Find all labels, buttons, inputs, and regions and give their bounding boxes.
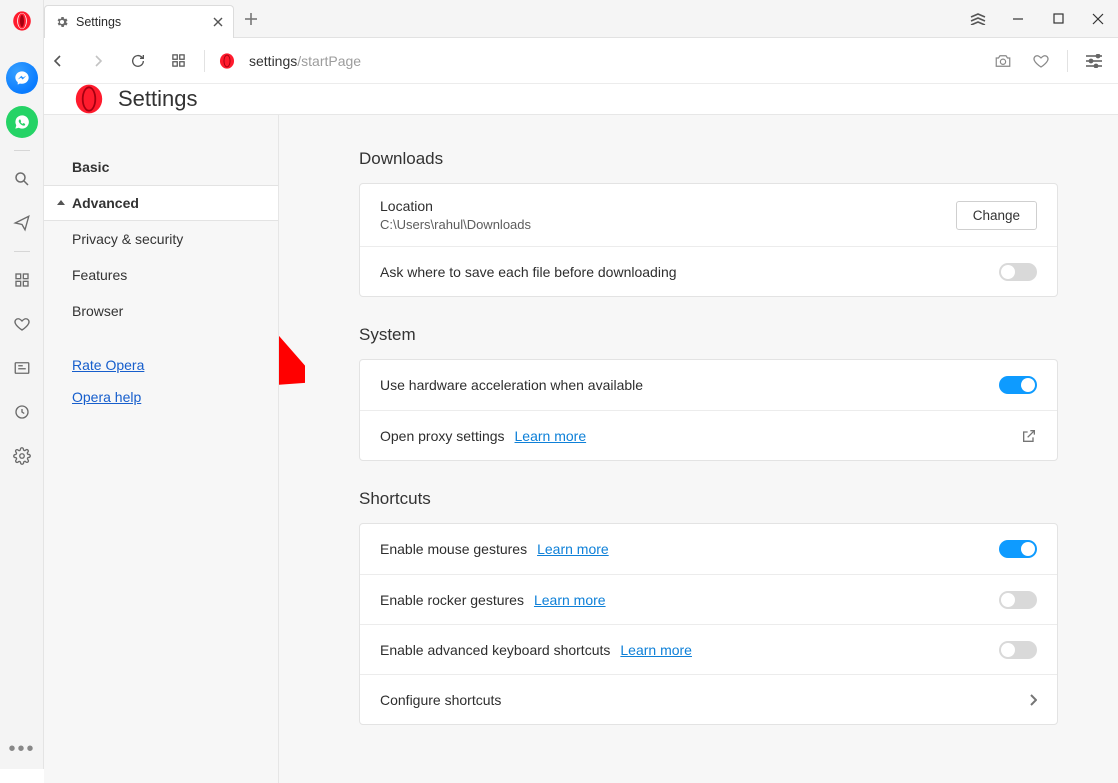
tab-title: Settings bbox=[76, 15, 206, 29]
sidebar-item-basic[interactable]: Basic bbox=[44, 149, 278, 185]
url-base: settings bbox=[249, 53, 297, 69]
chevron-right-icon bbox=[1029, 694, 1037, 706]
sidebar-label: Basic bbox=[72, 159, 109, 175]
messenger-icon[interactable] bbox=[6, 62, 38, 94]
sidebar-label: Advanced bbox=[72, 195, 139, 211]
rail-separator bbox=[14, 150, 30, 151]
site-opera-icon bbox=[217, 51, 237, 71]
page-content: Settings Basic Advanced Privacy & securi… bbox=[44, 84, 1118, 769]
snapshot-icon[interactable] bbox=[991, 49, 1015, 73]
separator bbox=[1067, 50, 1068, 72]
sidebar-item-features[interactable]: Features bbox=[44, 257, 278, 293]
send-icon[interactable] bbox=[6, 207, 38, 239]
location-value: C:\Users\rahul\Downloads bbox=[380, 217, 956, 232]
separator bbox=[204, 50, 205, 72]
sidebar-label: Privacy & security bbox=[72, 231, 183, 247]
settings-sidebar: Basic Advanced Privacy & security Featur… bbox=[44, 115, 279, 783]
heart-icon[interactable] bbox=[6, 308, 38, 340]
settings-panel: Downloads Location C:\Users\rahul\Downlo… bbox=[279, 115, 1118, 783]
url-field[interactable]: settings/startPage bbox=[249, 53, 979, 69]
new-tab-button[interactable] bbox=[234, 0, 268, 37]
sidebar-label: Features bbox=[72, 267, 127, 283]
rocker-learn-more-link[interactable]: Learn more bbox=[534, 592, 606, 608]
location-label: Location bbox=[380, 198, 956, 214]
downloads-location-row: Location C:\Users\rahul\Downloads Change bbox=[360, 184, 1057, 246]
opera-logo-icon[interactable] bbox=[0, 4, 44, 38]
settings-gear-icon[interactable] bbox=[6, 440, 38, 472]
opera-logo-large-icon bbox=[74, 84, 104, 114]
tab-close-icon[interactable] bbox=[213, 17, 223, 27]
external-link-icon bbox=[1021, 428, 1037, 444]
url-path: /startPage bbox=[297, 53, 361, 69]
whatsapp-icon[interactable] bbox=[6, 106, 38, 138]
speed-dial-button[interactable] bbox=[164, 47, 192, 75]
easy-setup-icon[interactable] bbox=[1082, 49, 1106, 73]
maximize-button[interactable] bbox=[1038, 0, 1078, 38]
sidebar-label: Browser bbox=[72, 303, 123, 319]
downloads-ask-row: Ask where to save each file before downl… bbox=[360, 246, 1057, 296]
rocker-gestures-label: Enable rocker gestures bbox=[380, 592, 524, 608]
proxy-row[interactable]: Open proxy settings Learn more bbox=[360, 410, 1057, 460]
news-icon[interactable] bbox=[6, 352, 38, 384]
configure-shortcuts-row[interactable]: Configure shortcuts bbox=[360, 674, 1057, 724]
annotation-arrow-icon bbox=[279, 327, 305, 387]
system-card: Use hardware acceleration when available… bbox=[359, 359, 1058, 461]
hw-accel-toggle[interactable] bbox=[999, 376, 1037, 394]
mouse-gestures-row: Enable mouse gestures Learn more bbox=[360, 524, 1057, 574]
ask-before-download-label: Ask where to save each file before downl… bbox=[380, 264, 999, 280]
nav-forward-button[interactable] bbox=[84, 47, 112, 75]
opera-help-link[interactable]: Opera help bbox=[72, 389, 278, 405]
shortcuts-card: Enable mouse gestures Learn more Enable … bbox=[359, 523, 1058, 725]
history-icon[interactable] bbox=[6, 396, 38, 428]
rocker-gestures-row: Enable rocker gestures Learn more bbox=[360, 574, 1057, 624]
sidebar-item-advanced[interactable]: Advanced bbox=[44, 185, 278, 221]
caret-up-icon bbox=[56, 198, 70, 208]
title-bar: Settings bbox=[0, 0, 1118, 38]
configure-shortcuts-label: Configure shortcuts bbox=[380, 692, 1029, 708]
section-heading-system: System bbox=[359, 325, 1058, 345]
address-bar: settings/startPage bbox=[44, 38, 1118, 84]
keyboard-learn-more-link[interactable]: Learn more bbox=[620, 642, 692, 658]
keyboard-shortcuts-label: Enable advanced keyboard shortcuts bbox=[380, 642, 610, 658]
mouse-gestures-toggle[interactable] bbox=[999, 540, 1037, 558]
page-title: Settings bbox=[118, 86, 198, 112]
sidebar-item-privacy[interactable]: Privacy & security bbox=[44, 221, 278, 257]
browser-tab[interactable]: Settings bbox=[44, 5, 234, 38]
rail-more-icon[interactable]: ••• bbox=[0, 738, 44, 761]
proxy-label: Open proxy settings bbox=[380, 428, 505, 444]
keyboard-shortcuts-row: Enable advanced keyboard shortcuts Learn… bbox=[360, 624, 1057, 674]
close-button[interactable] bbox=[1078, 0, 1118, 38]
rocker-gestures-toggle[interactable] bbox=[999, 591, 1037, 609]
reload-button[interactable] bbox=[124, 47, 152, 75]
mouse-learn-more-link[interactable]: Learn more bbox=[537, 541, 609, 557]
search-icon[interactable] bbox=[6, 163, 38, 195]
app-rail: ••• bbox=[0, 0, 44, 769]
change-location-button[interactable]: Change bbox=[956, 201, 1037, 230]
rail-separator bbox=[14, 251, 30, 252]
ask-before-download-toggle[interactable] bbox=[999, 263, 1037, 281]
section-heading-shortcuts: Shortcuts bbox=[359, 489, 1058, 509]
keyboard-shortcuts-toggle[interactable] bbox=[999, 641, 1037, 659]
mouse-gestures-label: Enable mouse gestures bbox=[380, 541, 527, 557]
proxy-learn-more-link[interactable]: Learn more bbox=[515, 428, 587, 444]
hw-accel-label: Use hardware acceleration when available bbox=[380, 377, 999, 393]
minimize-button[interactable] bbox=[998, 0, 1038, 38]
gear-icon bbox=[55, 15, 69, 29]
page-header: Settings bbox=[44, 84, 1118, 115]
section-heading-downloads: Downloads bbox=[359, 149, 1058, 169]
nav-back-button[interactable] bbox=[44, 47, 72, 75]
hw-accel-row: Use hardware acceleration when available bbox=[360, 360, 1057, 410]
speed-dial-icon[interactable] bbox=[6, 264, 38, 296]
sidebar-item-browser[interactable]: Browser bbox=[44, 293, 278, 329]
bookmark-heart-icon[interactable] bbox=[1029, 49, 1053, 73]
tabs-menu-icon[interactable] bbox=[958, 0, 998, 38]
downloads-card: Location C:\Users\rahul\Downloads Change… bbox=[359, 183, 1058, 297]
rate-opera-link[interactable]: Rate Opera bbox=[72, 357, 278, 373]
